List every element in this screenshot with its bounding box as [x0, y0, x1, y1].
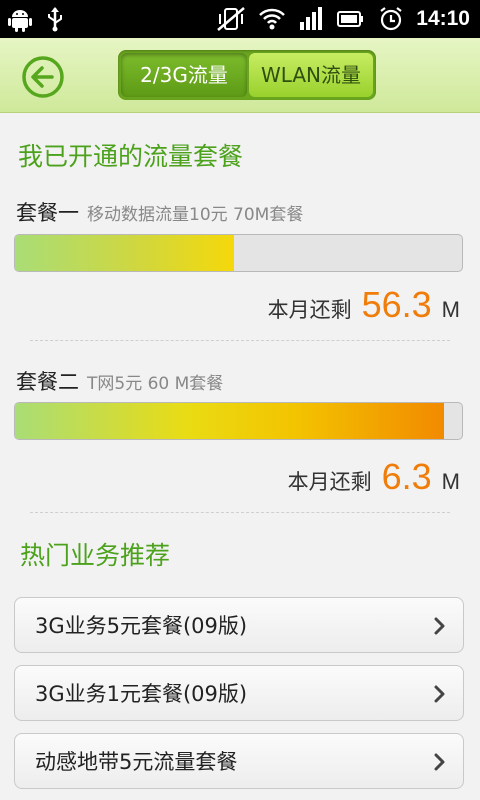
battery-icon: [336, 6, 366, 32]
divider: [30, 512, 450, 513]
recommend-item-label: 3G业务5元套餐(09版): [35, 614, 248, 638]
usb-icon: [46, 6, 64, 32]
android-icon: [8, 6, 32, 32]
header-bar: 2/3G流量 WLAN流量: [0, 38, 480, 113]
tab-3g-traffic[interactable]: 2/3G流量: [121, 53, 247, 97]
recommend-item[interactable]: 3G业务1元套餐(09版): [14, 665, 464, 721]
plan-2-remaining-value: 6.3: [381, 456, 432, 497]
status-bar: 14:10: [0, 0, 480, 38]
status-time: 14:10: [416, 7, 470, 30]
signal-icon: [298, 6, 324, 32]
my-plans-title: 我已开通的流量套餐: [18, 142, 244, 171]
recommend-title: 热门业务推荐: [20, 541, 171, 570]
chevron-right-icon: [434, 753, 445, 771]
plan-2-name: 套餐二: [16, 370, 79, 394]
alarm-icon: [378, 6, 404, 32]
plan-1-remaining-value: 56.3: [361, 284, 432, 325]
plan-1-header: 套餐一 移动数据流量10元 70M套餐: [16, 197, 303, 227]
tab-wlan-traffic[interactable]: WLAN流量: [249, 53, 373, 97]
recommend-item[interactable]: 3G业务5元套餐(09版): [14, 597, 464, 653]
plan-2-remaining-unit: M: [441, 469, 460, 494]
plan-1-usage-bar: [14, 234, 463, 272]
plan-1-desc: 移动数据流量10元 70M套餐: [87, 205, 304, 225]
plan-2-header: 套餐二 T网5元 60 M套餐: [16, 366, 223, 396]
recommend-item[interactable]: 动感地带5元流量套餐: [14, 733, 464, 789]
recommend-item-label: 3G业务1元套餐(09版): [35, 682, 248, 706]
traffic-tabs: 2/3G流量 WLAN流量: [118, 50, 376, 100]
plan-1-remaining-unit: M: [441, 297, 460, 322]
plan-2-usage-bar: [14, 402, 463, 440]
recommend-item-label: 动感地带5元流量套餐: [35, 750, 238, 774]
plan-2-remaining: 本月还剩 6.3 M: [288, 456, 460, 498]
vibrate-off-icon: [216, 6, 246, 32]
plan-1-remaining: 本月还剩 56.3 M: [268, 284, 460, 326]
wifi-icon: [258, 6, 286, 32]
back-arrow-icon: [22, 56, 64, 98]
plan-1-name: 套餐一: [16, 201, 79, 225]
back-button[interactable]: [20, 54, 66, 100]
plan-1-remaining-label: 本月还剩: [267, 298, 352, 322]
chevron-right-icon: [434, 685, 445, 703]
plan-1-usage-fill: [15, 235, 235, 271]
plan-2-usage-fill: [15, 403, 445, 439]
plan-2-desc: T网5元 60 M套餐: [87, 374, 224, 394]
plan-2-remaining-label: 本月还剩: [287, 470, 372, 494]
divider: [30, 340, 450, 341]
chevron-right-icon: [434, 617, 445, 635]
